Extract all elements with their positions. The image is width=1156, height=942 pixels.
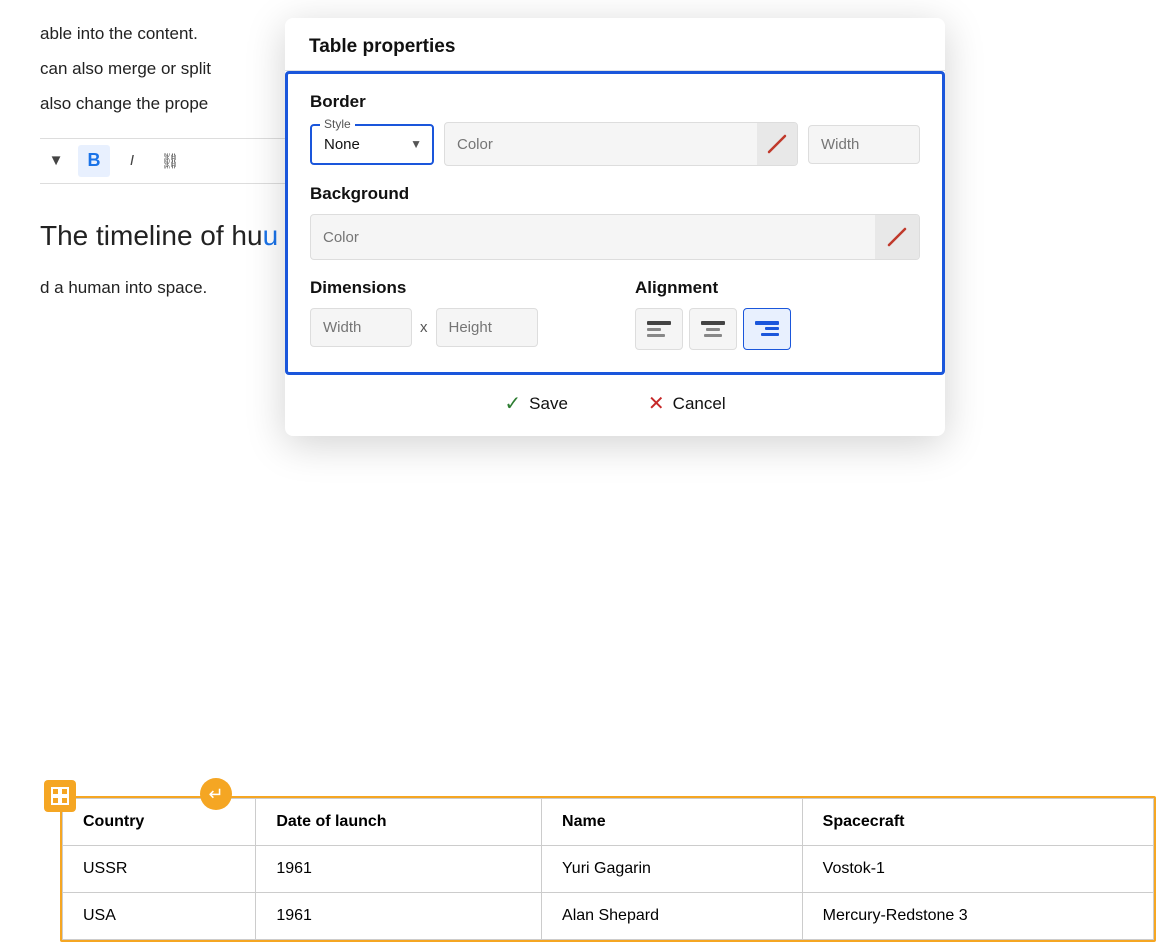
data-table: Country Date of launch Name Spacecraft U… — [62, 798, 1154, 940]
dialog-footer: ✓ Save ✕ Cancel — [285, 375, 945, 436]
align-right-button[interactable] — [743, 308, 791, 350]
border-color-wrap — [444, 122, 798, 166]
align-left-button[interactable] — [635, 308, 683, 350]
dimension-separator: x — [420, 319, 428, 336]
toolbar-bold[interactable]: B — [78, 145, 110, 177]
width-input-wrap — [310, 308, 412, 347]
background-table-container: ↵ Country Date of launch Name Spacecraft… — [60, 796, 1156, 942]
align-center-button[interactable] — [689, 308, 737, 350]
cancel-label: Cancel — [673, 394, 726, 414]
border-color-input[interactable] — [445, 126, 757, 163]
dimensions-label: Dimensions — [310, 278, 595, 298]
alignment-label: Alignment — [635, 278, 920, 298]
x-icon: ✕ — [648, 391, 665, 416]
th-launch: Date of launch — [256, 799, 542, 846]
height-input[interactable] — [437, 309, 537, 346]
border-row: Style None Solid Dashed Dotted ▼ — [310, 122, 920, 166]
table-properties-dialog: Table properties Border Style None Solid… — [285, 18, 945, 436]
style-label: Style — [320, 117, 355, 131]
alignment-section: Alignment — [635, 278, 920, 350]
dim-inputs: x — [310, 308, 595, 347]
table-border: Country Date of launch Name Spacecraft U… — [60, 796, 1156, 942]
check-icon: ✓ — [504, 391, 521, 416]
border-color-slash-btn[interactable] — [757, 123, 797, 165]
alignment-buttons — [635, 308, 920, 350]
table-corner-icon[interactable] — [44, 780, 76, 812]
border-section-label: Border — [310, 92, 920, 112]
slash-icon — [885, 225, 909, 249]
td-spacecraft-2: Mercury-Redstone 3 — [802, 893, 1153, 940]
dialog-title: Table properties — [309, 36, 921, 58]
height-input-wrap — [436, 308, 538, 347]
td-launch-1: 1961 — [256, 846, 542, 893]
align-center-icon — [700, 319, 726, 339]
background-section-label: Background — [310, 184, 920, 204]
align-right-icon — [754, 319, 780, 339]
td-name-1: Yuri Gagarin — [542, 846, 803, 893]
toolbar-dropdown[interactable]: ▼ — [40, 145, 72, 177]
td-launch-2: 1961 — [256, 893, 542, 940]
th-spacecraft: Spacecraft — [802, 799, 1153, 846]
background-color-input[interactable] — [311, 219, 875, 256]
dim-align-row: Dimensions x Alignment — [310, 278, 920, 350]
align-left-icon — [646, 319, 672, 339]
border-width-wrap — [808, 125, 920, 164]
table-wrapper: ↵ Country Date of launch Name Spacecraft… — [60, 796, 1156, 942]
td-country-2: USA — [63, 893, 256, 940]
dialog-header: Table properties — [285, 18, 945, 71]
toolbar-link[interactable]: ⛓ — [154, 145, 186, 177]
background-slash-btn[interactable] — [875, 215, 919, 259]
save-button[interactable]: ✓ Save — [504, 391, 568, 416]
td-country-1: USSR — [63, 846, 256, 893]
table-row: USA 1961 Alan Shepard Mercury-Redstone 3 — [63, 893, 1154, 940]
table-enter-icon[interactable]: ↵ — [200, 778, 232, 810]
style-select-wrap[interactable]: Style None Solid Dashed Dotted ▼ — [310, 124, 434, 165]
th-name: Name — [542, 799, 803, 846]
dimensions-section: Dimensions x — [310, 278, 595, 347]
td-spacecraft-1: Vostok-1 — [802, 846, 1153, 893]
width-input[interactable] — [311, 309, 411, 346]
table-row: USSR 1961 Yuri Gagarin Vostok-1 — [63, 846, 1154, 893]
dialog-body: Border Style None Solid Dashed Dotted ▼ — [285, 71, 945, 375]
save-label: Save — [529, 394, 568, 414]
cancel-button[interactable]: ✕ Cancel — [648, 391, 726, 416]
background-color-row — [310, 214, 920, 260]
toolbar-italic[interactable]: I — [116, 145, 148, 177]
style-select[interactable]: None Solid Dashed Dotted — [312, 126, 432, 163]
border-width-input[interactable] — [809, 126, 919, 163]
slash-icon — [765, 132, 789, 156]
td-name-2: Alan Shepard — [542, 893, 803, 940]
